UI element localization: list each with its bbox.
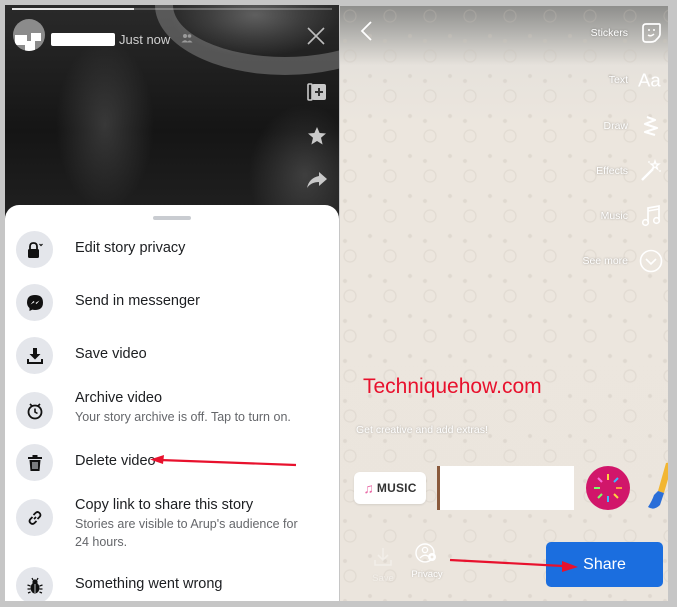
story-timestamp: Just now — [119, 32, 171, 47]
story-progress-fill — [12, 8, 134, 10]
firework-icon — [594, 474, 622, 502]
redacted-username — [51, 33, 115, 46]
editor-hint: Get creative and add extras! — [356, 424, 488, 436]
tool-label: Effects — [596, 165, 628, 177]
menu-item-something-went-wrong[interactable]: Something went wrong — [16, 567, 336, 601]
menu-label: Send in messenger — [75, 293, 200, 309]
link-icon — [28, 510, 41, 525]
music-sticker-label: MUSIC — [376, 481, 417, 495]
paintbrush-icon — [648, 462, 668, 509]
story-viewer-panel: Just now Edit story privacy Send in mess… — [5, 5, 339, 601]
share-story-button[interactable] — [305, 168, 329, 192]
menu-item-edit-story-privacy[interactable]: Edit story privacy — [16, 231, 336, 268]
tool-label: Text — [608, 74, 628, 86]
tool-label: Draw — [603, 120, 628, 132]
save-tool[interactable]: Save — [368, 546, 398, 584]
favorite-button[interactable] — [305, 124, 329, 148]
avatar[interactable] — [13, 19, 45, 51]
archive-clock-icon — [27, 402, 42, 419]
tool-label: See more — [582, 255, 628, 267]
trash-icon — [27, 454, 42, 471]
watermark-text: Techniquehow.com — [363, 375, 542, 398]
menu-item-delete-video[interactable]: Delete video — [16, 444, 336, 481]
add-to-story-icon — [307, 83, 326, 101]
tool-label: Stickers — [590, 27, 628, 39]
privacy-label: Privacy — [411, 569, 443, 580]
tool-text[interactable]: Text Aa — [609, 67, 664, 93]
tool-music[interactable]: Music — [601, 203, 664, 229]
add-to-story-button[interactable] — [305, 80, 329, 104]
menu-item-copy-link[interactable]: Copy link to share this story Stories ar… — [16, 497, 336, 551]
save-label: Save — [372, 573, 394, 584]
svg-text:Aa: Aa — [638, 70, 661, 91]
menu-label: Archive video — [75, 390, 163, 406]
menu-item-save-video[interactable]: Save video — [16, 337, 336, 374]
messenger-icon — [26, 294, 43, 311]
menu-label: Edit story privacy — [75, 240, 186, 256]
tool-effects[interactable]: Effects — [596, 158, 664, 184]
story-progress-bar — [12, 8, 332, 10]
back-chevron-icon[interactable] — [358, 20, 374, 42]
privacy-settings-icon — [415, 543, 436, 563]
menu-label: Something went wrong — [75, 576, 223, 592]
menu-label: Copy link to share this story — [75, 497, 254, 513]
magic-wand-icon — [641, 159, 661, 181]
draw-squiggle-icon — [643, 115, 659, 137]
download-icon — [26, 347, 43, 364]
sheet-drag-handle[interactable] — [153, 216, 191, 220]
tool-see-more[interactable]: See more — [582, 248, 664, 274]
firework-sticker[interactable] — [586, 466, 630, 510]
paintbrush-sticker[interactable] — [644, 461, 668, 513]
menu-label: Save video — [75, 346, 147, 362]
tool-label: Music — [600, 210, 628, 222]
lock-icon — [27, 241, 43, 258]
tool-draw[interactable]: Draw — [603, 113, 664, 139]
story-side-actions — [305, 80, 329, 212]
menu-sublabel: Stories are visible to Arup's audience f… — [75, 517, 298, 549]
music-note-icon: ♫ — [363, 480, 374, 496]
story-options-sheet: Edit story privacy Send in messenger Sav… — [5, 205, 339, 601]
menu-item-send-in-messenger[interactable]: Send in messenger — [16, 284, 336, 321]
redacted-sticker[interactable] — [437, 466, 574, 510]
menu-item-archive-video[interactable]: Archive video Your story archive is off.… — [16, 390, 336, 429]
sticker-suggestions: ♫ MUSIC — [354, 462, 668, 516]
download-icon — [374, 548, 392, 566]
menu-sublabel: Your story archive is off. Tap to turn o… — [75, 410, 291, 424]
star-icon — [308, 127, 326, 145]
share-button[interactable]: Share — [546, 542, 663, 587]
music-note-icon — [641, 204, 661, 227]
friends-icon — [181, 34, 193, 43]
tool-stickers[interactable]: Stickers — [591, 20, 664, 46]
bug-icon — [26, 577, 43, 594]
music-sticker[interactable]: ♫ MUSIC — [354, 472, 426, 504]
text-aa-icon: Aa — [638, 70, 661, 91]
close-icon[interactable] — [305, 25, 327, 47]
share-arrow-icon — [307, 172, 327, 188]
chevron-down-circle-icon — [639, 249, 663, 273]
sticker-icon — [642, 23, 661, 43]
privacy-tool[interactable]: Privacy — [402, 542, 452, 580]
story-editor-panel: Stickers Text Aa Draw Effects Music See … — [340, 6, 668, 601]
menu-label: Delete video — [75, 453, 156, 469]
